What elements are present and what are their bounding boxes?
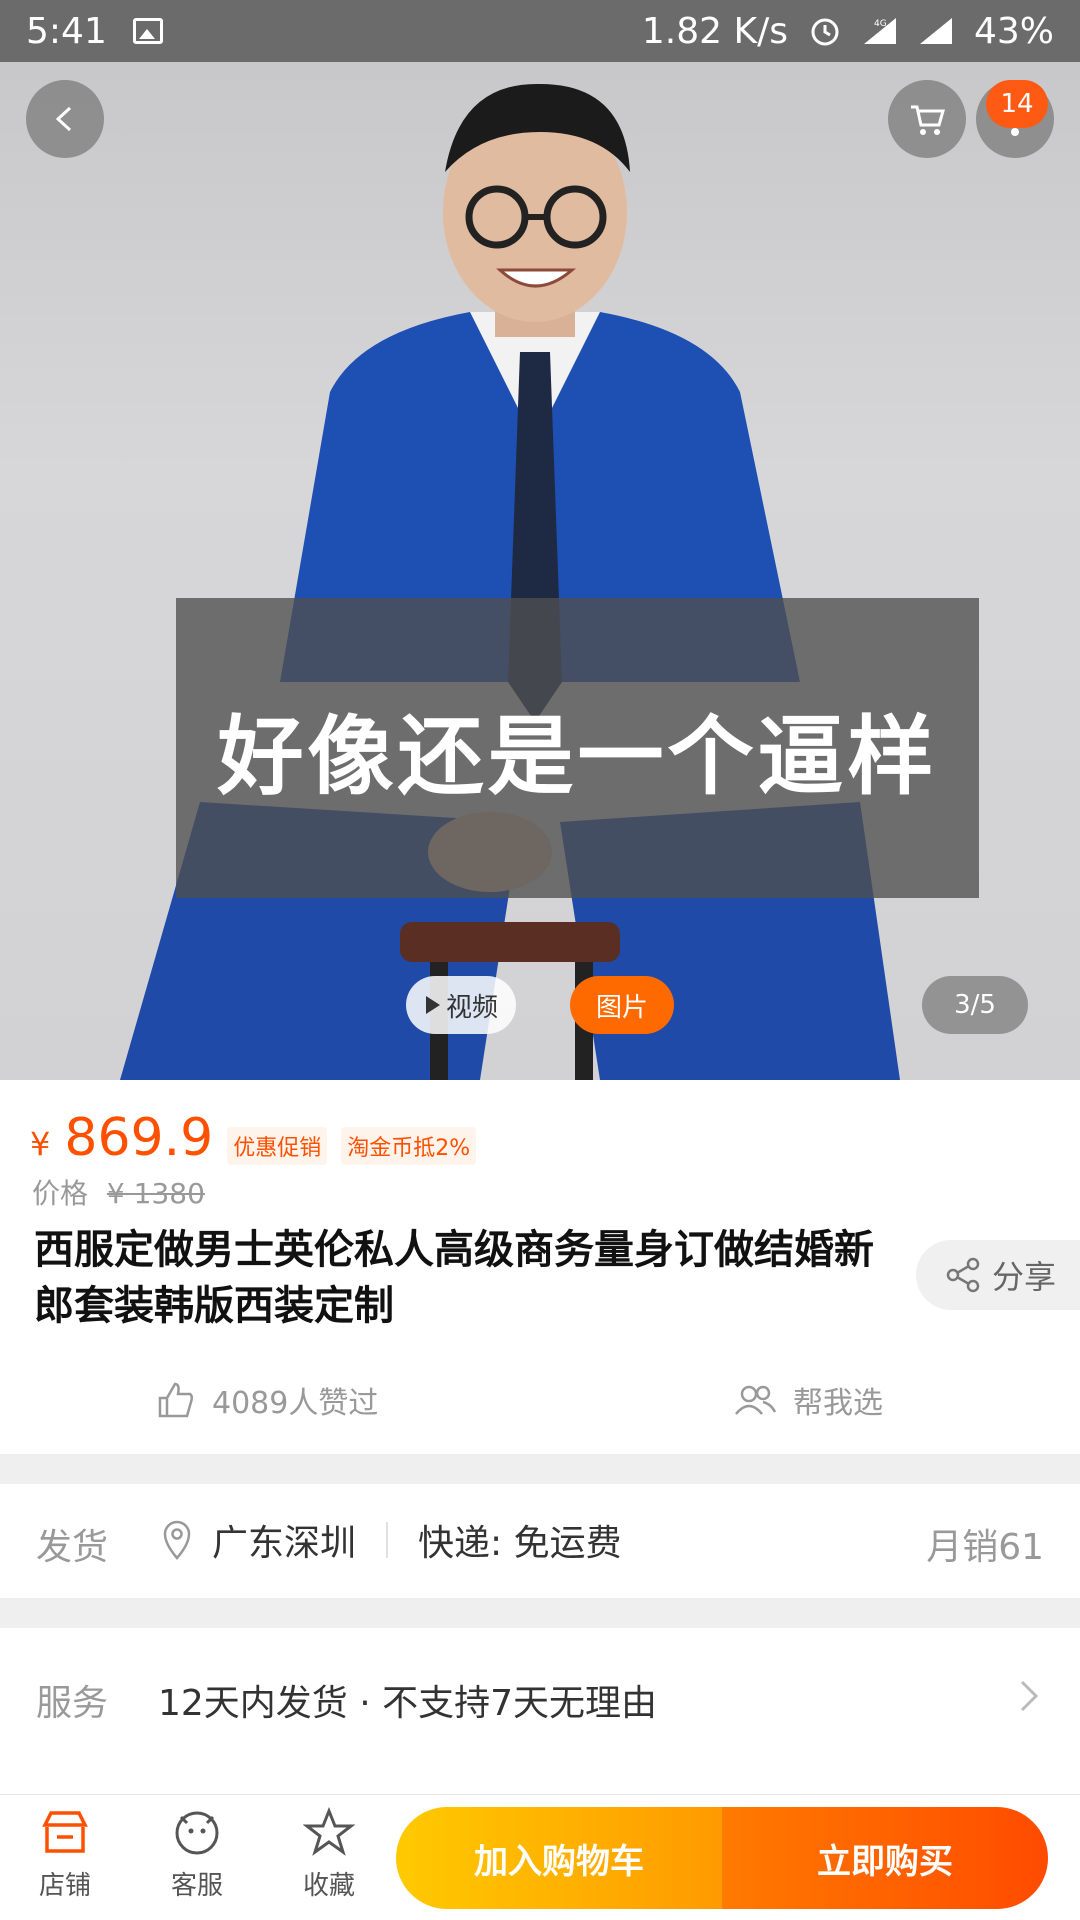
original-price: ¥ 1380 xyxy=(106,1177,205,1210)
help-choose-label: 帮我选 xyxy=(793,1386,883,1421)
coin-tag: 淘金币抵2% xyxy=(341,1127,477,1165)
video-tab[interactable]: 视频 xyxy=(406,976,516,1034)
product-photo xyxy=(120,83,900,1080)
share-label: 分享 xyxy=(992,1258,1057,1296)
customer-service-button[interactable]: 客服 xyxy=(152,1807,242,1902)
share-button[interactable]: 分享 xyxy=(916,1240,1080,1310)
original-price-label: 价格 xyxy=(32,1177,89,1210)
current-price: 869.9 xyxy=(64,1108,214,1168)
thumbs-up-icon xyxy=(158,1382,194,1418)
net-speed: 1.82 K/s xyxy=(641,10,788,52)
store-label: 店铺 xyxy=(38,1871,91,1901)
chevron-right-icon xyxy=(1020,1680,1039,1712)
cart-icon xyxy=(911,105,945,135)
status-time: 5:41 xyxy=(26,10,107,52)
image-caption-overlay: 好像还是一个逼样 xyxy=(176,598,979,898)
share-icon xyxy=(946,1257,980,1293)
back-button[interactable] xyxy=(26,80,104,158)
cart-badge: 14 xyxy=(986,80,1048,128)
network-label: 4G xyxy=(874,19,887,29)
status-bar: 5:41 1.82 K/s 4G 43% xyxy=(0,0,1080,62)
shipping-label: 发货 xyxy=(36,1527,109,1568)
video-tab-label: 视频 xyxy=(445,992,498,1023)
buy-now-button[interactable]: 立即购买 xyxy=(722,1807,1048,1909)
monthly-sales: 月销61 xyxy=(926,1527,1044,1568)
purchase-buttons: 加入购物车 立即购买 xyxy=(396,1807,1048,1909)
play-icon xyxy=(425,996,440,1014)
currency-symbol: ¥ xyxy=(30,1125,51,1163)
product-title: 西服定做男士英伦私人高级商务量身订做结婚新郎套装韩版西装定制 xyxy=(34,1227,874,1329)
add-to-cart-button[interactable]: 加入购物车 xyxy=(396,1807,722,1909)
store-button[interactable]: 店铺 xyxy=(20,1807,110,1902)
cart-button[interactable] xyxy=(888,80,966,158)
like-button[interactable]: 4089人赞过 xyxy=(156,1378,378,1422)
store-icon xyxy=(42,1811,88,1853)
like-count: 4089人赞过 xyxy=(212,1386,379,1421)
people-icon xyxy=(735,1385,777,1415)
customer-service-icon xyxy=(175,1811,219,1855)
image-icon xyxy=(132,18,163,44)
customer-service-label: 客服 xyxy=(170,1871,223,1901)
signal-icon: 4G xyxy=(863,18,896,44)
product-info-card: ¥ 869.9 优惠促销 淘金币抵2% 价格 ¥ 1380 西服定做男士英伦私人… xyxy=(0,1080,1080,1454)
favorite-label: 收藏 xyxy=(302,1871,355,1901)
original-price-row: 价格 ¥ 1380 xyxy=(32,1172,205,1212)
shipping-info: 广东深圳 快递: 免运费 xyxy=(162,1514,622,1566)
battery-level: 43% xyxy=(973,10,1054,52)
help-choose-button[interactable]: 帮我选 xyxy=(733,1378,883,1422)
bottom-action-bar: 店铺 客服 收藏 加入购物车 立即购买 xyxy=(0,1794,1080,1920)
back-icon xyxy=(55,106,72,132)
image-tab[interactable]: 图片 xyxy=(570,976,674,1034)
star-icon xyxy=(303,1807,355,1856)
alarm-icon xyxy=(811,18,839,46)
shipping-card[interactable]: 发货 广东深圳 快递: 免运费 月销61 xyxy=(0,1484,1080,1598)
express-fee: 快递: 免运费 xyxy=(418,1523,622,1564)
price-row: ¥ 869.9 优惠促销 淘金币抵2% xyxy=(30,1108,477,1168)
favorite-button[interactable]: 收藏 xyxy=(284,1807,374,1902)
service-text: 12天内发货 · 不支持7天无理由 xyxy=(158,1683,658,1724)
product-image-gallery[interactable]: 好像还是一个逼样 14 视频 图片 3/5 xyxy=(0,62,1080,1080)
promo-tag: 优惠促销 xyxy=(227,1127,328,1165)
image-counter: 3/5 xyxy=(922,976,1028,1034)
signal-icon xyxy=(919,18,952,44)
product-page: 5:41 1.82 K/s 4G 43% 好像还是一个逼样 14 视频 图片 3… xyxy=(0,0,1080,1920)
location-pin-icon xyxy=(163,1520,191,1560)
ship-location: 广东深圳 xyxy=(212,1523,357,1564)
divider xyxy=(386,1522,389,1558)
service-label: 服务 xyxy=(36,1683,109,1724)
